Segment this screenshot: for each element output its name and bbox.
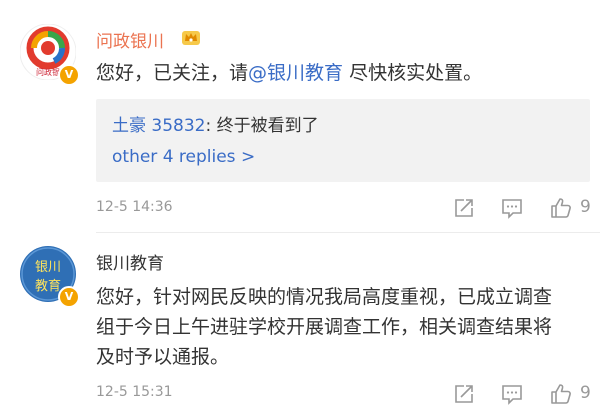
- timestamp: 12-5 14:36: [96, 199, 173, 215]
- svg-text:问政银: 问政银: [36, 67, 60, 77]
- like-icon[interactable]: [549, 382, 573, 406]
- mention-link[interactable]: @银川教育: [248, 62, 343, 84]
- comment-icon[interactable]: [500, 382, 524, 406]
- like-count: 9: [580, 197, 591, 217]
- comment-text: 您好，针对网民反映的情况我局高度重视，已成立调查组于今日上午进驻学校开展调查工作…: [96, 286, 553, 368]
- like-icon[interactable]: [549, 196, 573, 220]
- reply-item: 土豪 35832: 终于被看到了: [112, 111, 319, 136]
- reply-user-link[interactable]: 土豪 35832: [112, 116, 205, 136]
- verified-badge-icon: V: [58, 64, 80, 86]
- comment-text: 您好，已关注，请@银川教育 尽快核实处置。: [96, 58, 560, 88]
- comment-text-part: 您好，已关注，请: [96, 62, 249, 84]
- comment-item: 问政银 V 问政银川 您好，已关注，请@银川教育 尽快核实处置。 土豪 3583…: [0, 0, 600, 232]
- svg-text:银川: 银川: [35, 260, 61, 275]
- share-icon[interactable]: [452, 382, 476, 406]
- reply-box: 土豪 35832: 终于被看到了 other 4 replies >: [96, 99, 590, 182]
- timestamp: 12-5 15:31: [96, 384, 173, 400]
- more-replies-link[interactable]: other 4 replies >: [112, 147, 255, 167]
- comment-icon[interactable]: [500, 196, 524, 220]
- comment-text-part: 尽快核实处置。: [343, 62, 483, 84]
- author-name[interactable]: 问政银川: [96, 27, 164, 52]
- verified-badge-icon: V: [58, 286, 80, 308]
- crown-badge-icon: [182, 31, 200, 45]
- reply-text: 终于被看到了: [211, 116, 319, 136]
- comment-item: 银川 教育 V 银川教育 您好，针对网民反映的情况我局高度重视，已成立调查组于今…: [0, 232, 600, 418]
- svg-text:教育: 教育: [35, 278, 61, 294]
- author-name[interactable]: 银川教育: [96, 249, 164, 274]
- share-icon[interactable]: [452, 196, 476, 220]
- like-count: 9: [580, 383, 591, 403]
